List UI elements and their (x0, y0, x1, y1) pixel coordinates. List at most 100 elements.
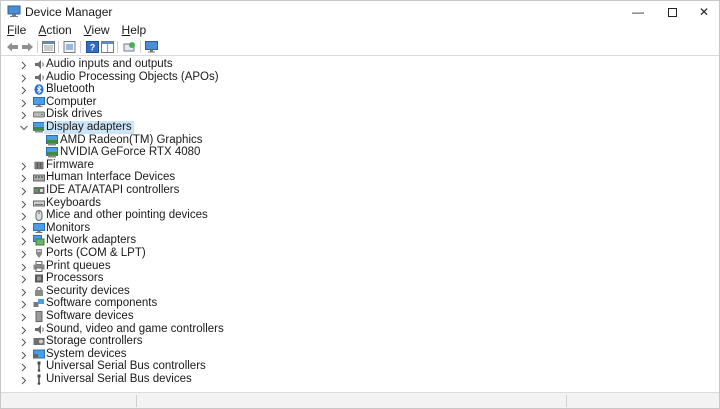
chevron-right-icon[interactable] (20, 223, 28, 235)
tree-item-label: Computer (46, 95, 97, 108)
chevron-right-icon[interactable] (20, 172, 28, 184)
chevron-right-icon[interactable] (20, 349, 28, 361)
chevron-right-icon[interactable] (20, 298, 28, 310)
chevron-right-icon[interactable] (20, 185, 28, 197)
tree-item-label: Human Interface Devices (46, 171, 176, 184)
chevron-right-icon[interactable] (20, 374, 28, 386)
tree-item-label: Bluetooth (46, 83, 95, 96)
tree-item-label: IDE ATA/ATAPI controllers (46, 184, 180, 196)
monitor-icon[interactable] (145, 41, 158, 53)
chevron-right-icon[interactable] (20, 72, 28, 84)
port-icon (33, 248, 45, 259)
chevron-right-icon[interactable] (20, 160, 28, 172)
tree-item-computer[interactable]: Computer (2, 95, 718, 110)
help-icon[interactable]: ? (86, 41, 99, 53)
chevron-right-icon[interactable] (20, 286, 28, 298)
chevron-down-icon[interactable] (20, 122, 28, 134)
tree-item-label: Firmware (46, 158, 94, 171)
chevron-right-icon[interactable] (20, 97, 28, 109)
ide-icon (33, 185, 45, 196)
toolbar: ? (1, 39, 719, 56)
device-manager-app-icon (7, 5, 21, 17)
tree-child-label: AMD Radeon(TM) Graphics (60, 133, 203, 146)
tree-item-print-queues[interactable]: Print queues (2, 259, 718, 274)
printer-icon (33, 260, 45, 272)
tree-item-label: Display adapters (44, 121, 134, 134)
mouse-icon (33, 210, 45, 222)
device-manager-window: Device Manager — ✕ File Action View Help… (0, 0, 720, 409)
toolbar-separator (117, 41, 118, 53)
status-segment (1, 395, 137, 407)
tree-item-label: Ports (COM & LPT) (46, 247, 146, 259)
tree-child-item[interactable]: NVIDIA GeForce RTX 4080 (2, 146, 718, 160)
tree-item-label: Storage controllers (46, 335, 143, 348)
menu-help[interactable]: Help (116, 23, 153, 39)
chevron-right-icon[interactable] (20, 210, 28, 222)
display-adapter-icon (46, 134, 58, 146)
tree-child-label: NVIDIA GeForce RTX 4080 (60, 146, 201, 159)
chevron-right-icon[interactable] (20, 273, 28, 285)
speaker-icon (33, 324, 45, 335)
maximize-button[interactable] (655, 1, 689, 23)
tree-item-label: Audio inputs and outputs (46, 58, 173, 70)
tree-item-label: Mice and other pointing devices (46, 209, 208, 222)
minimize-button[interactable]: — (621, 1, 655, 23)
close-button[interactable]: ✕ (687, 1, 720, 23)
storage-icon (33, 336, 45, 347)
status-segment (137, 395, 567, 407)
speaker-icon (33, 72, 45, 83)
properties-grid-icon[interactable] (42, 41, 55, 53)
tree-item-label: Universal Serial Bus devices (46, 373, 192, 385)
monitor-icon (33, 222, 45, 234)
chevron-right-icon[interactable] (20, 59, 28, 71)
maximize-icon (667, 8, 677, 18)
speaker-icon (33, 59, 45, 70)
tree-item-label: Keyboards (46, 196, 101, 209)
tree-item-label: Disk drives (46, 108, 103, 121)
tree-item-universal-serial-bus-devices[interactable]: Universal Serial Bus devices (2, 373, 718, 387)
tree-item-label: Monitors (46, 221, 91, 234)
network-icon (33, 235, 45, 246)
toolbar-separator (80, 41, 81, 53)
system-icon (33, 349, 45, 360)
chevron-right-icon[interactable] (20, 84, 28, 96)
tree-item-mice-and-other-pointing-devices[interactable]: Mice and other pointing devices (2, 209, 718, 223)
svg-text:?: ? (90, 43, 96, 53)
tree-item-label: System devices (46, 347, 127, 360)
tree-item-label: Network adapters (46, 234, 137, 247)
chevron-right-icon[interactable] (20, 248, 28, 260)
disk-icon (33, 109, 45, 120)
bluetooth-icon (33, 84, 45, 95)
toolbar-separator (58, 41, 59, 53)
tree-item-label: Security devices (46, 284, 130, 297)
title-bar[interactable]: Device Manager — ✕ (1, 1, 719, 23)
device-tree[interactable]: Audio inputs and outputs Audio Processing… (2, 58, 718, 391)
menu-view[interactable]: View (78, 23, 116, 39)
tree-item-label: Processors (46, 272, 104, 285)
keyboard-icon (33, 198, 45, 209)
forward-arrow-icon[interactable] (21, 41, 34, 53)
tree-item-label: Print queues (46, 259, 111, 272)
tree-item-ide-ata-atapi-controllers[interactable]: IDE ATA/ATAPI controllers (2, 184, 718, 198)
back-arrow-icon[interactable] (6, 41, 19, 53)
menu-file[interactable]: File (1, 23, 32, 39)
tree-item-bluetooth[interactable]: Bluetooth (2, 83, 718, 97)
chevron-right-icon[interactable] (20, 361, 28, 373)
menu-action[interactable]: Action (32, 23, 77, 39)
tree-item-audio-processing-objects-apos[interactable]: Audio Processing Objects (APOs) (2, 71, 718, 85)
computer-icon (33, 96, 45, 108)
chevron-right-icon[interactable] (20, 109, 28, 121)
toolbar-separator (37, 41, 38, 53)
chevron-right-icon[interactable] (20, 324, 28, 336)
window-title: Device Manager (25, 5, 113, 19)
update-driver-icon[interactable] (63, 41, 76, 53)
chevron-right-icon[interactable] (20, 235, 28, 247)
scan-hardware-icon[interactable] (123, 41, 136, 53)
display-adapter-icon (46, 147, 58, 158)
chevron-right-icon[interactable] (20, 336, 28, 348)
chevron-right-icon[interactable] (20, 198, 28, 210)
chevron-right-icon[interactable] (20, 261, 28, 273)
panel-view-icon[interactable] (101, 41, 114, 53)
tree-item-label: Sound, video and game controllers (46, 322, 224, 335)
chevron-right-icon[interactable] (20, 311, 28, 323)
